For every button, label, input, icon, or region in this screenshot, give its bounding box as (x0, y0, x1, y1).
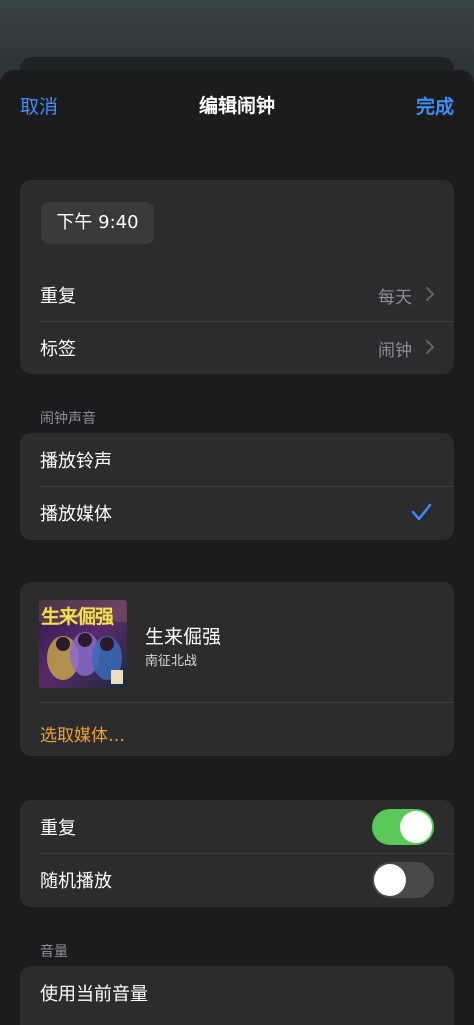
repeat-value: 每天 (378, 288, 412, 308)
sound-option-media[interactable]: 播放媒体 (20, 486, 454, 539)
sound-section-header: 闹钟声音 (40, 411, 96, 427)
media-label: 播放媒体 (40, 504, 112, 525)
shuffle-toggle-row: 随机播放 (20, 853, 454, 906)
alarm-settings-group: 下午 9:40 重复 每天 标签 闹钟 (20, 180, 454, 374)
song-artist: 南征北战 (145, 654, 198, 669)
time-picker[interactable]: 下午 9:40 (41, 202, 154, 244)
page-title: 编辑闹钟 (198, 95, 275, 117)
label-label: 标签 (40, 339, 76, 360)
shuffle-toggle-label: 随机播放 (40, 871, 112, 892)
chevron-right-icon (426, 340, 434, 354)
album-art: 生来倔强 (39, 600, 127, 688)
playback-group: 重复 随机播放 (20, 800, 454, 907)
media-card: 生来倔强 生来倔强 南征北战 选取媒体… (20, 582, 454, 756)
shuffle-toggle[interactable] (372, 862, 434, 898)
done-button[interactable]: 完成 (416, 92, 454, 119)
volume-section-header: 音量 (40, 944, 68, 960)
toggle-knob (400, 811, 432, 843)
repeat-toggle[interactable] (372, 809, 434, 845)
ringtone-label: 播放铃声 (40, 451, 112, 472)
choose-media-button[interactable]: 选取媒体… (40, 721, 125, 746)
toggle-knob (374, 864, 406, 896)
checkmark-icon (411, 503, 432, 521)
sound-group: 播放铃声 播放媒体 (20, 433, 454, 540)
volume-group: 使用当前音量 (20, 966, 454, 1025)
label-row[interactable]: 标签 闹钟 (20, 321, 454, 374)
use-current-volume-label: 使用当前音量 (40, 984, 148, 1005)
use-current-volume-row[interactable]: 使用当前音量 (20, 966, 454, 1019)
song-title: 生来倔强 (145, 626, 222, 648)
chevron-right-icon (426, 287, 434, 301)
nav-bar: 取消 编辑闹钟 完成 (0, 70, 474, 138)
repeat-label: 重复 (40, 286, 76, 307)
divider (40, 702, 454, 703)
sound-option-ringtone[interactable]: 播放铃声 (20, 433, 454, 486)
repeat-row[interactable]: 重复 每天 (20, 268, 454, 321)
time-row: 下午 9:40 (20, 180, 454, 268)
label-value: 闹钟 (378, 341, 412, 361)
repeat-toggle-label: 重复 (40, 818, 76, 839)
edit-alarm-sheet: 取消 编辑闹钟 完成 下午 9:40 重复 每天 标签 闹钟 闹钟声音 播放铃声 (0, 70, 474, 1025)
repeat-toggle-row: 重复 (20, 800, 454, 853)
album-art-title: 生来倔强 (41, 606, 114, 628)
